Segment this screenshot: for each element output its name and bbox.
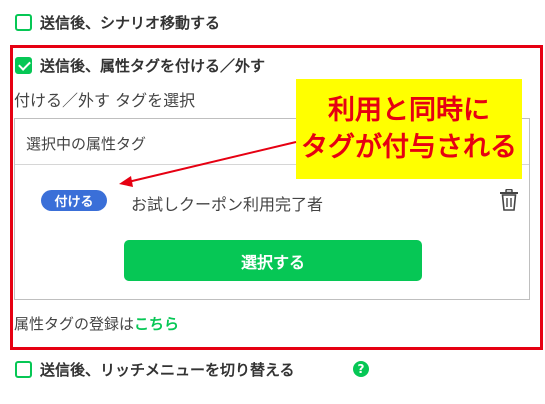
rich-menu-checkbox[interactable] — [15, 361, 32, 378]
trash-icon[interactable] — [499, 189, 519, 211]
register-link[interactable]: こちら — [134, 315, 179, 333]
attribute-tag-checkbox[interactable] — [15, 57, 32, 74]
attribute-tag-label: 送信後、属性タグを付ける／外す — [40, 57, 266, 75]
callout-box: 利用と同時に タグが付与される — [296, 79, 522, 179]
tag-select-label: 付ける／外す タグを選択 — [14, 91, 196, 110]
tag-name: お試しクーポン利用完了者 — [131, 195, 324, 214]
callout-line-1: 利用と同時に — [328, 95, 490, 126]
callout-line-2: タグが付与される — [301, 132, 517, 163]
tag-register-text: 属性タグの登録はこちら — [14, 313, 179, 334]
help-icon[interactable]: ? — [353, 361, 369, 377]
panel-title: 選択中の属性タグ — [26, 135, 147, 153]
select-button[interactable]: 選択する — [124, 240, 422, 281]
attach-badge: 付ける — [41, 190, 107, 211]
register-prefix: 属性タグの登録は — [14, 315, 135, 333]
scenario-move-checkbox[interactable] — [15, 14, 32, 31]
rich-menu-label: 送信後、リッチメニューを切り替える — [40, 361, 295, 379]
scenario-move-label: 送信後、シナリオ移動する — [40, 14, 221, 32]
